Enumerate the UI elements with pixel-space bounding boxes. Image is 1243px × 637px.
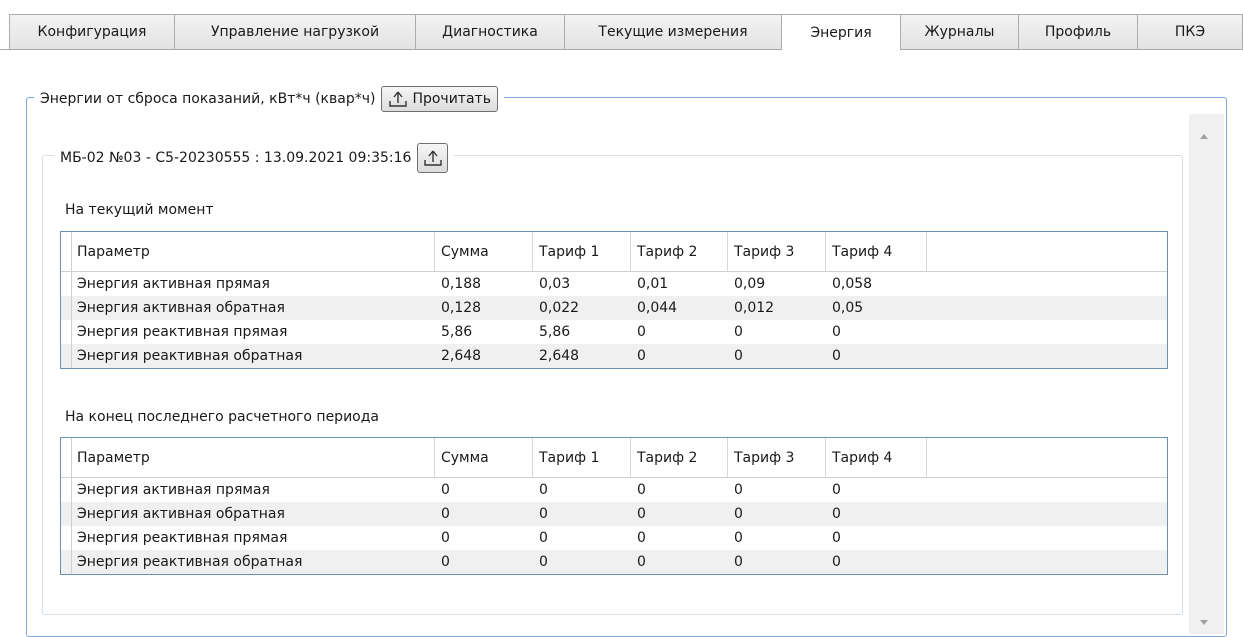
cell-tariff1: 5,86 — [539, 324, 571, 340]
cell-parameter: Энергия активная прямая — [77, 276, 270, 292]
cell-tariff2: 0 — [637, 348, 646, 364]
cell-tariff1: 0 — [539, 530, 548, 546]
column-header-sum[interactable]: Сумма — [435, 438, 533, 477]
cell-tariff3: 0 — [734, 530, 743, 546]
cell-tariff4: 0 — [832, 482, 841, 498]
tab-journals[interactable]: Журналы — [900, 14, 1019, 49]
cell-sum: 0 — [441, 530, 450, 546]
cell-tariff2: 0 — [637, 482, 646, 498]
tab-load-control[interactable]: Управление нагрузкой — [174, 14, 416, 49]
column-header-tariff4[interactable]: Тариф 4 — [826, 438, 927, 477]
column-header-parameter[interactable]: Параметр — [71, 438, 435, 477]
cell-sum: 0,128 — [441, 300, 482, 316]
table-row[interactable]: Энергия реактивная обратная 0 0 0 0 0 — [61, 550, 1167, 574]
period-end-energy-table: Параметр Сумма Тариф 1 Тариф 2 Тариф 3 Т… — [60, 437, 1168, 575]
cell-parameter: Энергия активная прямая — [77, 482, 270, 498]
table-row[interactable]: Энергия активная обратная 0,128 0,022 0,… — [61, 296, 1167, 320]
read-button[interactable]: Прочитать — [381, 86, 498, 112]
cell-tariff4: 0,05 — [832, 300, 864, 316]
cell-tariff2: 0,01 — [637, 276, 669, 292]
cell-sum: 5,86 — [441, 324, 473, 340]
tab-bar: Конфигурация Управление нагрузкой Диагно… — [0, 14, 1243, 50]
table-row[interactable]: Энергия активная обратная 0 0 0 0 0 — [61, 502, 1167, 526]
cell-parameter: Энергия реактивная обратная — [77, 348, 303, 364]
tab-profile[interactable]: Профиль — [1018, 14, 1138, 49]
cell-tariff1: 2,648 — [539, 348, 580, 364]
cell-tariff4: 0 — [832, 348, 841, 364]
cell-tariff1: 0 — [539, 506, 548, 522]
cell-parameter: Энергия активная обратная — [77, 506, 285, 522]
cell-tariff3: 0 — [734, 348, 743, 364]
cell-parameter: Энергия реактивная прямая — [77, 324, 288, 340]
cell-tariff3: 0 — [734, 482, 743, 498]
table-row[interactable]: Энергия активная прямая 0 0 0 0 0 — [61, 478, 1167, 502]
current-energy-table: Параметр Сумма Тариф 1 Тариф 2 Тариф 3 Т… — [60, 231, 1168, 369]
table-header-row: Параметр Сумма Тариф 1 Тариф 2 Тариф 3 Т… — [61, 232, 1167, 272]
tab-diagnostics[interactable]: Диагностика — [415, 14, 565, 49]
cell-tariff4: 0 — [832, 554, 841, 570]
cell-tariff2: 0 — [637, 530, 646, 546]
cell-tariff4: 0,058 — [832, 276, 873, 292]
cell-tariff3: 0 — [734, 324, 743, 340]
tab-configuration[interactable]: Конфигурация — [9, 14, 175, 49]
column-header-tariff1[interactable]: Тариф 1 — [533, 232, 631, 271]
tab-pke[interactable]: ПКЭ — [1137, 14, 1243, 49]
upload-icon — [389, 91, 408, 107]
table-header-row: Параметр Сумма Тариф 1 Тариф 2 Тариф 3 Т… — [61, 438, 1167, 478]
cell-tariff3: 0,09 — [734, 276, 766, 292]
cell-tariff1: 0 — [539, 554, 548, 570]
cell-parameter: Энергия реактивная прямая — [77, 530, 288, 546]
cell-tariff3: 0,012 — [734, 300, 775, 316]
cell-parameter: Энергия реактивная обратная — [77, 554, 303, 570]
cell-tariff4: 0 — [832, 324, 841, 340]
tab-current-measurements[interactable]: Текущие измерения — [564, 14, 782, 49]
tab-baseline — [0, 49, 1243, 50]
table-row[interactable]: Энергия активная прямая 0,188 0,03 0,01 … — [61, 272, 1167, 296]
scroll-up-arrow-icon[interactable] — [1200, 134, 1208, 139]
column-header-tariff1[interactable]: Тариф 1 — [533, 438, 631, 477]
cell-sum: 0 — [441, 506, 450, 522]
device-title: МБ-02 №03 - С5-20230555 : 13.09.2021 09:… — [60, 150, 412, 166]
cell-tariff2: 0 — [637, 554, 646, 570]
cell-tariff1: 0,03 — [539, 276, 571, 292]
upload-icon — [424, 150, 442, 166]
cell-tariff1: 0 — [539, 482, 548, 498]
cell-tariff4: 0 — [832, 506, 841, 522]
table-row[interactable]: Энергия реактивная обратная 2,648 2,648 … — [61, 344, 1167, 368]
cell-sum: 2,648 — [441, 348, 482, 364]
scroll-down-arrow-icon[interactable] — [1200, 620, 1208, 625]
cell-tariff2: 0,044 — [637, 300, 678, 316]
cell-tariff3: 0 — [734, 554, 743, 570]
column-header-parameter[interactable]: Параметр — [71, 232, 435, 271]
cell-tariff2: 0 — [637, 506, 646, 522]
cell-sum: 0,188 — [441, 276, 482, 292]
column-header-tariff2[interactable]: Тариф 2 — [631, 232, 728, 271]
device-read-button[interactable] — [417, 143, 449, 173]
cell-tariff3: 0 — [734, 506, 743, 522]
read-button-label: Прочитать — [412, 91, 491, 107]
cell-sum: 0 — [441, 482, 450, 498]
column-header-tariff4[interactable]: Тариф 4 — [826, 232, 927, 271]
cell-tariff2: 0 — [637, 324, 646, 340]
cell-tariff4: 0 — [832, 530, 841, 546]
column-header-tariff3[interactable]: Тариф 3 — [728, 232, 826, 271]
energy-group-title: Энергии от сброса показаний, кВт*ч (квар… — [40, 91, 376, 107]
column-header-tariff3[interactable]: Тариф 3 — [728, 438, 826, 477]
device-group-header: МБ-02 №03 - С5-20230555 : 13.09.2021 09:… — [54, 140, 455, 176]
column-header-sum[interactable]: Сумма — [435, 232, 533, 271]
table-row[interactable]: Энергия реактивная прямая 0 0 0 0 0 — [61, 526, 1167, 550]
current-section-title: На текущий момент — [65, 202, 214, 218]
cell-parameter: Энергия активная обратная — [77, 300, 285, 316]
cell-tariff1: 0,022 — [539, 300, 580, 316]
energy-group-header: Энергии от сброса показаний, кВт*ч (квар… — [34, 86, 504, 112]
column-header-tariff2[interactable]: Тариф 2 — [631, 438, 728, 477]
table-row[interactable]: Энергия реактивная прямая 5,86 5,86 0 0 … — [61, 320, 1167, 344]
vertical-scrollbar[interactable] — [1189, 114, 1224, 634]
period-end-section-title: На конец последнего расчетного периода — [65, 409, 379, 425]
tab-energy[interactable]: Энергия — [781, 14, 901, 50]
cell-sum: 0 — [441, 554, 450, 570]
